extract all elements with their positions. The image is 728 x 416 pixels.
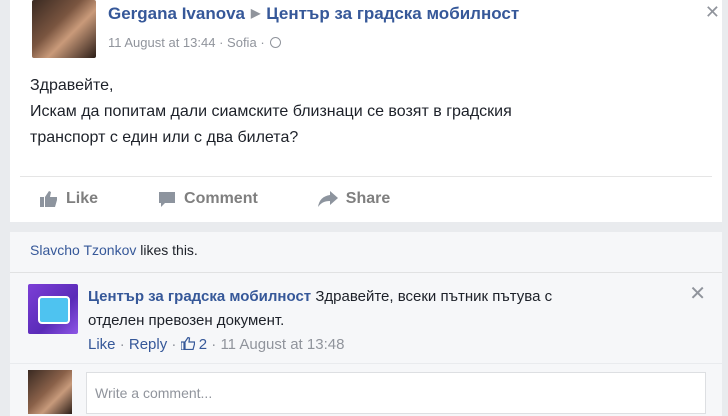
comment-like-count[interactable]: 2 (199, 336, 207, 353)
post-text-line: Искам да попитам дали сиамските близнаци… (30, 103, 512, 120)
globe-icon (270, 37, 282, 48)
current-user-avatar (28, 370, 72, 414)
comment-date[interactable]: 11 August at 13:48 (220, 336, 344, 353)
share-arrow-icon (317, 191, 338, 207)
comment-label: Comment (184, 190, 258, 207)
author-avatar[interactable] (32, 0, 96, 58)
comment-item: Център за градска мобилност Здравейте, в… (10, 273, 722, 363)
post-body: Здравейте, Искам да попитам дали сиамски… (30, 73, 690, 151)
post-header: Gergana Ivanova ▶ Център за градска мобилн… (108, 4, 519, 24)
post-location[interactable]: Sofia (227, 35, 257, 50)
likes-summary: Slavcho Tzonkov likes this. (10, 232, 722, 273)
comment-bubble-icon (159, 192, 176, 207)
like-button[interactable]: Like (40, 190, 98, 208)
comment-reply-link[interactable]: Reply (129, 336, 167, 353)
post-actions: Like Comment Share (20, 186, 430, 212)
comment-button[interactable]: Comment (158, 190, 258, 208)
thumbs-up-icon (40, 191, 57, 207)
target-page-link[interactable]: Център за градска мобилност (266, 4, 519, 23)
divider (20, 176, 712, 177)
comment-body: Център за градска мобилност Здравейте, в… (88, 285, 688, 333)
comment-actions: Like · Reply · 2 · 11 August at 13:48 (88, 336, 345, 353)
thumbs-up-icon (179, 336, 195, 351)
arrow-right-icon: ▶ (251, 6, 261, 20)
author-link[interactable]: Gergana Ivanova (108, 4, 245, 23)
likes-suffix: likes this. (136, 242, 198, 258)
comment-composer: Write a comment... (10, 364, 722, 416)
post-card: Gergana Ivanova ▶ Център за градска мобилн… (10, 0, 722, 222)
post-meta: 11 August at 13:44 · Sofia · (108, 35, 282, 50)
comment-text-line: отделен превозен документ. (88, 312, 285, 329)
liker-name[interactable]: Slavcho Tzonkov (30, 242, 136, 258)
share-button[interactable]: Share (317, 190, 391, 208)
comment-text-line: Здравейте, всеки пътник пътува с (315, 288, 553, 305)
page-avatar[interactable] (28, 284, 78, 334)
close-icon[interactable]: ✕ (689, 281, 706, 306)
close-icon[interactable]: ✕ (705, 2, 720, 23)
share-label: Share (345, 190, 391, 207)
post-text-line: транспорт с един или с два билета? (30, 129, 299, 146)
post-date[interactable]: 11 August at 13:44 (108, 35, 215, 50)
comment-input[interactable]: Write a comment... (86, 372, 706, 414)
like-label: Like (66, 190, 99, 207)
page-logo-icon (38, 296, 70, 324)
comment-like-link[interactable]: Like (88, 336, 116, 353)
comment-author[interactable]: Център за градска мобилност (88, 288, 311, 305)
post-text-line: Здравейте, (30, 77, 114, 94)
